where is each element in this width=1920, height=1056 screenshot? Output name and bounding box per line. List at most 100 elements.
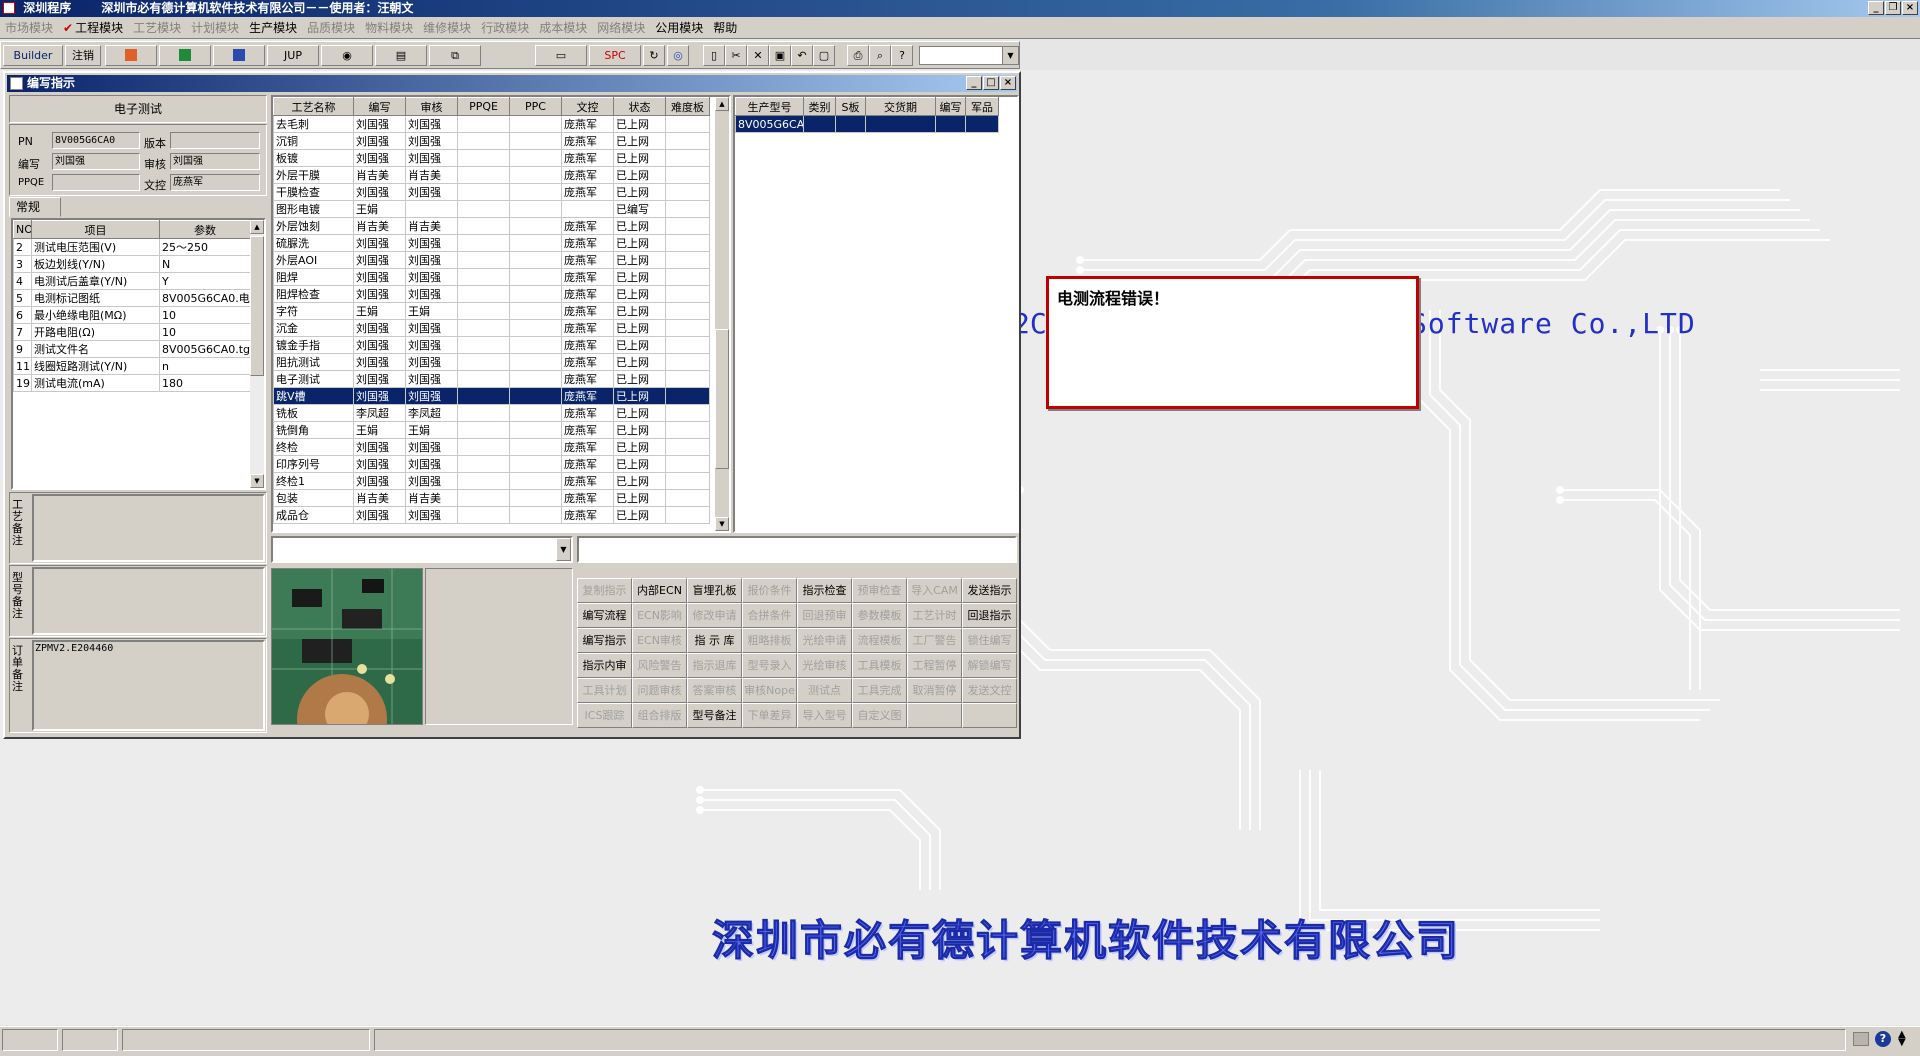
restore-button[interactable]: ❐ [1885, 1, 1901, 15]
process-row[interactable]: 终检1 刘国强 刘国强 庞燕军 已上网 [273, 472, 710, 490]
process-row[interactable]: 硫脲洗 刘国强 刘国强 庞燕军 已上网 [273, 234, 710, 252]
menu-item-7[interactable]: 维修模块 [418, 19, 476, 36]
action-button-12[interactable]: 回退预审 [797, 603, 852, 628]
process-row[interactable]: 图形电镀 王娟 已编写 [273, 200, 710, 218]
action-button-2[interactable]: 盲埋孔板 [687, 578, 742, 603]
order-memo-field[interactable]: ZPMV2.E204460 [32, 640, 265, 731]
process-row[interactable]: 镀金手指 刘国强 刘国强 庞燕军 已上网 [273, 336, 710, 354]
action-button-26[interactable]: 指示退库 [687, 653, 742, 678]
builder-button[interactable]: Builder [3, 45, 63, 66]
process-column-header[interactable]: 状态 [613, 97, 666, 116]
tab-general[interactable]: 常规 [9, 197, 61, 217]
action-button-30[interactable]: 工程暂停 [907, 653, 962, 678]
process-column-header[interactable]: PPQE [457, 97, 510, 116]
doc-control-field[interactable]: 庞燕军 [170, 174, 260, 191]
process-row[interactable]: 干膜检查 刘国强 刘国强 庞燕军 已上网 [273, 183, 710, 201]
globe-icon[interactable]: ◎ [667, 45, 689, 66]
menu-item-4[interactable]: 生产模块 [244, 19, 302, 36]
process-row[interactable]: 外层蚀刻 肖吉美 肖吉美 庞燕军 已上网 [273, 217, 710, 235]
action-button-23[interactable]: 锁住编写 [962, 628, 1017, 653]
process-row[interactable]: 铣倒角 王娟 王娟 庞燕军 已上网 [273, 421, 710, 439]
params-row[interactable]: 4 电测试后盖章(Y/N) Y [13, 272, 251, 290]
new-file-icon[interactable]: ▯ [703, 45, 725, 66]
child-close-button[interactable]: × [1000, 76, 1016, 90]
model-column-header[interactable]: 编写 [935, 97, 966, 116]
process-row[interactable]: 去毛刺 刘国强 刘国强 庞燕军 已上网 [273, 115, 710, 133]
process-row[interactable]: 沉金 刘国强 刘国强 庞燕军 已上网 [273, 319, 710, 337]
menu-item-6[interactable]: 物料模块 [360, 19, 418, 36]
scroll-down-arrow-icon[interactable]: ▼ [715, 517, 729, 531]
action-button-31[interactable]: 解锁编写 [962, 653, 1017, 678]
params-row[interactable]: 5电测标记图纸8V005G6CA0.电测 [13, 289, 251, 307]
model-column-header[interactable]: S板 [835, 97, 866, 116]
action-button-32[interactable]: 工具计划 [577, 678, 632, 703]
process-row[interactable]: 阻抗测试 刘国强 刘国强 庞燕军 已上网 [273, 353, 710, 371]
model-column-header[interactable]: 军品 [965, 97, 999, 116]
cut-icon[interactable]: ✂ [725, 45, 747, 66]
action-button-39[interactable]: 发送文控 [962, 678, 1017, 703]
process-row[interactable]: 包装 肖吉美 肖吉美 庞燕军 已上网 [273, 489, 710, 507]
action-button-28[interactable]: 光绘审核 [797, 653, 852, 678]
process-row[interactable]: 字符 王娟 王娟 庞燕军 已上网 [273, 302, 710, 320]
action-button-13[interactable]: 参数模板 [852, 603, 907, 628]
menu-item-8[interactable]: 行政模块 [476, 19, 534, 36]
action-button-14[interactable]: 工艺计时 [907, 603, 962, 628]
menu-item-9[interactable]: 成本模块 [534, 19, 592, 36]
scroll-down-arrow-icon[interactable]: ▼ [250, 474, 264, 488]
params-column-header[interactable]: 项目 [31, 220, 160, 239]
process-row[interactable]: 成品仓 刘国强 刘国强 庞燕军 已上网 [273, 506, 710, 524]
save-icon[interactable]: ▣ [769, 45, 791, 66]
menu-item-11[interactable]: 公用模块 [650, 19, 708, 36]
jup-button[interactable]: JUP [267, 45, 319, 66]
menu-item-3[interactable]: 计划模块 [186, 19, 244, 36]
action-button-44[interactable]: 导入型号 [797, 703, 852, 728]
action-button-22[interactable]: 工厂警告 [907, 628, 962, 653]
action-button-7[interactable]: 发送指示 [962, 578, 1017, 603]
process-memo-field[interactable] [32, 494, 265, 562]
printer-setup-icon[interactable]: ▭ [535, 45, 587, 66]
child-minimize-button[interactable]: _ [966, 76, 982, 90]
params-row[interactable]: 6 最小绝缘电阻(MΩ) 10 [13, 306, 251, 324]
help-icon[interactable]: ? [891, 45, 913, 66]
process-column-header[interactable]: 文控 [561, 97, 614, 116]
action-button-15[interactable]: 回退指示 [962, 603, 1017, 628]
process-row[interactable]: 板镀 刘国强 刘国强 庞燕军 已上网 [273, 149, 710, 167]
menu-item-0[interactable]: 市场模块 [0, 19, 58, 36]
action-button-43[interactable]: 下单差异 [742, 703, 797, 728]
spc-button[interactable]: SPC [589, 45, 641, 66]
reviewer-field[interactable]: 刘国强 [170, 153, 260, 170]
help-icon[interactable]: ? [1875, 1031, 1891, 1047]
action-button-20[interactable]: 光绘申请 [797, 628, 852, 653]
action-button-36[interactable]: 测试点 [797, 678, 852, 703]
menu-item-12[interactable]: 帮助 [708, 19, 742, 36]
excel-icon[interactable] [159, 45, 211, 66]
process-row[interactable]: 沉铜 刘国强 刘国强 庞燕军 已上网 [273, 132, 710, 150]
params-column-header[interactable]: NO [13, 220, 32, 239]
process-column-header[interactable]: 审核 [405, 97, 458, 116]
menu-item-1[interactable]: ✔ 工程模块 [58, 19, 128, 36]
process-row[interactable]: 终检 刘国强 刘国强 庞燕军 已上网 [273, 438, 710, 456]
action-button-38[interactable]: 取消暂停 [907, 678, 962, 703]
printer-icon[interactable] [1853, 1032, 1869, 1046]
version-field[interactable] [170, 132, 260, 149]
refresh-icon[interactable]: ↻ [643, 45, 665, 66]
print-icon[interactable]: ⎙ [847, 45, 869, 66]
menu-item-5[interactable]: 品质模块 [302, 19, 360, 36]
pn-field[interactable]: 8V005G6CA0 [52, 132, 140, 149]
action-button-41[interactable]: 组合排版 [632, 703, 687, 728]
book-icon[interactable]: ▤ [375, 45, 427, 66]
params-column-header[interactable]: 参数 [159, 220, 251, 239]
process-column-header[interactable]: 工艺名称 [273, 97, 354, 116]
ppqe-field[interactable] [52, 174, 140, 191]
action-button-46[interactable] [907, 703, 962, 728]
action-button-37[interactable]: 工具完成 [852, 678, 907, 703]
process-combo[interactable]: ▼ [271, 536, 573, 563]
model-column-header[interactable]: 生产型号 [735, 97, 804, 116]
scroll-thumb[interactable] [715, 329, 729, 469]
action-button-40[interactable]: ICS跟踪 [577, 703, 632, 728]
delete-icon[interactable]: ✕ [747, 45, 769, 66]
action-button-27[interactable]: 型号录入 [742, 653, 797, 678]
action-button-17[interactable]: ECN审核 [632, 628, 687, 653]
network-icon[interactable]: ⧉ [429, 45, 481, 66]
scroll-arrows-icon[interactable]: ▲ ▼ [1898, 1030, 1906, 1048]
